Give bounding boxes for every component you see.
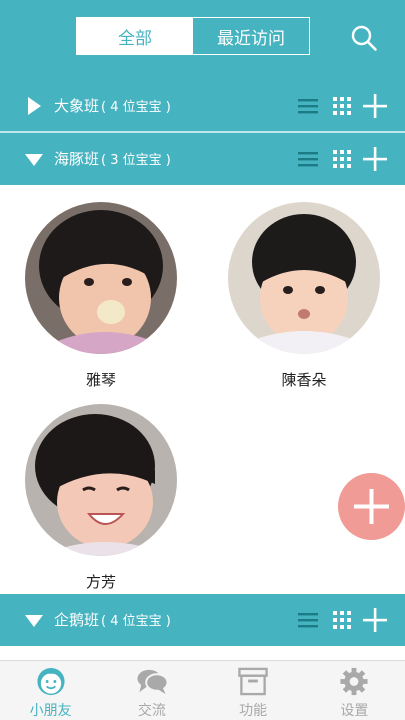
group-count: ( 4 位宝宝 ) [101,614,171,629]
collapse-arrow-icon[interactable] [24,610,44,630]
avatar[interactable] [25,202,177,354]
child-card[interactable]: 陳香朵 [228,202,380,390]
group-header-elephant[interactable]: 大象班( 4 位宝宝 ) [0,80,405,132]
list-view-icon[interactable] [296,94,320,118]
group-name: 海豚班 [54,150,100,168]
bottom-nav: 小朋友 交流 功能 设置 [0,660,405,720]
group-header-dolphin[interactable]: 海豚班( 3 位宝宝 ) [0,133,405,185]
nav-settings[interactable]: 设置 [304,661,405,720]
child-name: 陳香朵 [281,371,327,389]
list-view-icon[interactable] [296,147,320,171]
plus-icon [354,489,389,524]
view-switcher: 全部 最近访问 [76,17,310,55]
list-view-icon[interactable] [296,608,320,632]
avatar[interactable] [25,404,177,556]
search-icon[interactable] [350,24,378,52]
group-label: 海豚班( 3 位宝宝 ) [54,148,171,172]
child-photo [25,202,177,354]
avatar[interactable] [228,202,380,354]
nav-functions[interactable]: 功能 [203,661,304,720]
group-label: 大象班( 4 位宝宝 ) [54,95,171,119]
grid-view-icon[interactable] [330,94,354,118]
floating-add-button[interactable] [338,473,405,540]
chat-bubbles-icon [137,669,169,695]
nav-label: 交流 [137,703,166,719]
group-name: 企鹅班 [54,611,100,629]
add-icon[interactable] [362,93,388,119]
child-name: 雅琴 [85,371,116,389]
nav-label: 设置 [340,703,369,719]
nav-chat[interactable]: 交流 [101,661,202,720]
tab-all[interactable]: 全部 [77,18,193,54]
nav-label: 小朋友 [29,703,72,719]
expand-arrow-icon[interactable] [24,96,44,116]
grid-view-icon[interactable] [330,608,354,632]
child-photo [25,404,177,556]
top-bar: 全部 最近访问 [0,0,405,80]
child-name: 方芳 [85,573,116,591]
grid-view-icon[interactable] [330,147,354,171]
child-card[interactable]: 方芳 [25,404,177,592]
add-icon[interactable] [362,607,388,633]
archive-box-icon [238,667,268,696]
collapse-arrow-icon[interactable] [24,149,44,169]
tab-recent[interactable]: 最近访问 [193,18,309,54]
group-label: 企鹅班( 4 位宝宝 ) [54,609,171,633]
baby-face-icon [37,667,65,696]
group-count: ( 4 位宝宝 ) [101,100,171,115]
add-icon[interactable] [362,146,388,172]
child-photo [228,202,380,354]
group-name: 大象班 [54,97,100,115]
nav-label: 功能 [239,703,268,719]
gear-icon [340,667,368,696]
nav-children[interactable]: 小朋友 [0,661,101,720]
child-card[interactable]: 雅琴 [25,202,177,390]
group-count: ( 3 位宝宝 ) [101,153,171,168]
group-header-penguin[interactable]: 企鹅班( 4 位宝宝 ) [0,594,405,646]
